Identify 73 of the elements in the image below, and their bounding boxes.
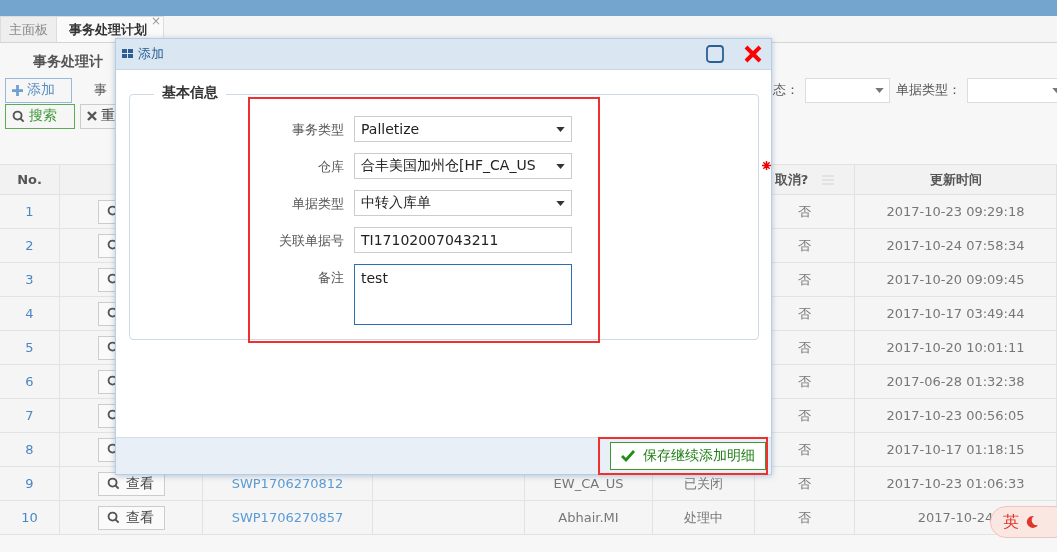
dropdown-caret-icon xyxy=(556,126,565,132)
dropdown-caret-icon xyxy=(556,163,565,169)
table-cell: 否 xyxy=(798,474,811,493)
row-number: 4 xyxy=(25,306,34,321)
search-icon xyxy=(12,109,25,123)
panel-title: 事务处理计 xyxy=(33,53,103,69)
tab[interactable]: 事务处理计划 × xyxy=(56,16,164,42)
table-cell: 2017-10-20 09:09:45 xyxy=(886,272,1025,287)
moon-icon xyxy=(1025,515,1039,529)
select-field[interactable]: 中转入库单 xyxy=(354,190,572,216)
table-cell: Abhair.MI xyxy=(558,510,619,525)
ime-label: 英 xyxy=(1003,511,1019,533)
field-label: 备注 xyxy=(317,269,344,287)
row-number: 5 xyxy=(25,340,34,355)
table-cell: 2017-10-17 01:18:15 xyxy=(886,442,1025,457)
table-cell: 2017-06-28 01:32:38 xyxy=(886,374,1025,389)
field-label: 事务类型 xyxy=(291,121,344,139)
table-cell: 2017-10-17 03:49:44 xyxy=(886,306,1025,321)
dialog-title: 添加 xyxy=(138,45,164,63)
column-header: No. xyxy=(17,172,42,187)
close-icon xyxy=(87,111,97,121)
field-label: 单据类型 xyxy=(291,195,344,213)
table-cell: 2017-10-23 01:06:33 xyxy=(886,476,1025,491)
row-number: 9 xyxy=(25,476,34,491)
check-icon xyxy=(621,450,635,462)
filter-dropdown[interactable] xyxy=(805,77,890,103)
table-cell: 否 xyxy=(798,406,811,425)
filter-label: 态： xyxy=(773,81,799,99)
table-cell: 处理中 xyxy=(684,508,723,527)
search-icon xyxy=(106,477,120,490)
column-header: 更新时间 xyxy=(929,170,982,189)
row-number: 7 xyxy=(25,408,34,423)
table-cell: 否 xyxy=(798,440,811,459)
table-cell: 否 xyxy=(798,202,811,221)
close-icon[interactable] xyxy=(744,45,762,63)
textarea-field[interactable]: test xyxy=(354,264,572,325)
filter-label: 单据类型： xyxy=(896,81,961,99)
table-cell: 2017-10-23 00:56:05 xyxy=(886,408,1025,423)
table-cell: 否 xyxy=(798,338,811,357)
section-title: 基本信息 xyxy=(154,84,226,102)
row-number: 6 xyxy=(25,374,34,389)
dropdown-caret-icon xyxy=(875,87,884,93)
table-cell: 否 xyxy=(798,372,811,391)
filter-dropdown[interactable] xyxy=(967,77,1057,103)
row-number: 8 xyxy=(25,442,34,457)
field-label: 关联单据号 xyxy=(278,232,344,250)
table-cell: 否 xyxy=(798,508,811,527)
table-cell: 已关闭 xyxy=(684,474,723,493)
plus-icon xyxy=(12,84,23,96)
row-number: 10 xyxy=(21,510,38,525)
maximize-icon[interactable] xyxy=(706,45,724,63)
input-field[interactable]: TI17102007043211 xyxy=(354,227,572,253)
row-number: 3 xyxy=(25,272,34,287)
field-label: 仓库 xyxy=(317,158,344,176)
table-cell: 2017-10-23 09:29:18 xyxy=(886,204,1025,219)
row-number: 2 xyxy=(25,238,34,253)
table-cell: 否 xyxy=(798,236,811,255)
select-field[interactable]: Palletize xyxy=(354,116,572,142)
dropdown-caret-icon xyxy=(556,200,565,206)
select-field[interactable]: 合丰美国加州仓[HF_CA_US xyxy=(354,153,572,179)
column-header: 取消? xyxy=(774,170,809,189)
search-icon xyxy=(106,511,120,524)
row-number: 1 xyxy=(25,204,34,219)
grid-icon xyxy=(122,49,134,59)
table-cell: 否 xyxy=(798,270,811,289)
view-button[interactable]: 查看 xyxy=(97,505,165,530)
filter-label: 事 xyxy=(94,81,107,99)
table-cell: 2017-10-20 10:01:11 xyxy=(886,340,1025,355)
table-cell: EW_CA_US xyxy=(553,476,624,491)
table-cell: 2017-10-24 07:58:34 xyxy=(886,238,1025,253)
table-cell: 否 xyxy=(798,304,811,323)
save-button[interactable]: 保存继续添加明细 xyxy=(610,442,766,470)
ime-badge[interactable]: 英 xyxy=(990,506,1057,538)
